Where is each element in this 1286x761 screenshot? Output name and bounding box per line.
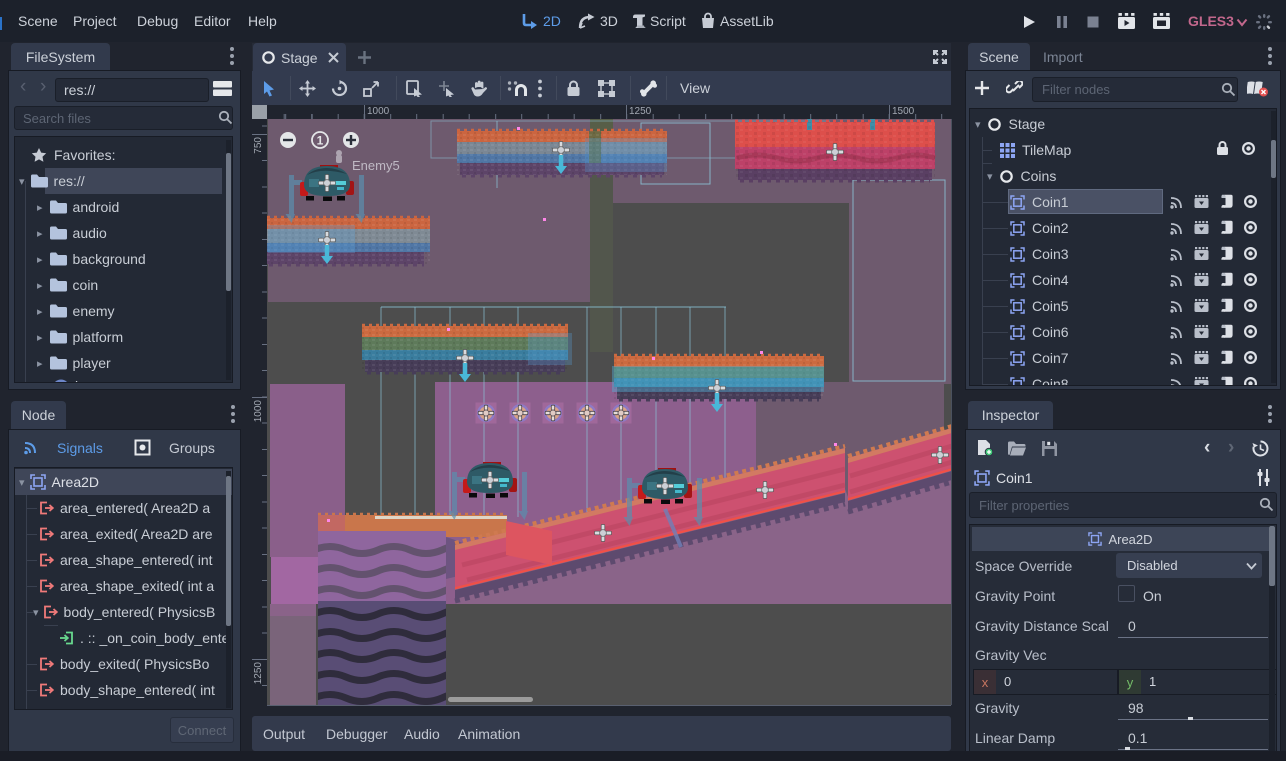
- svg-text:Enemy5: Enemy5: [352, 158, 400, 173]
- svg-text:1: 1: [317, 134, 324, 148]
